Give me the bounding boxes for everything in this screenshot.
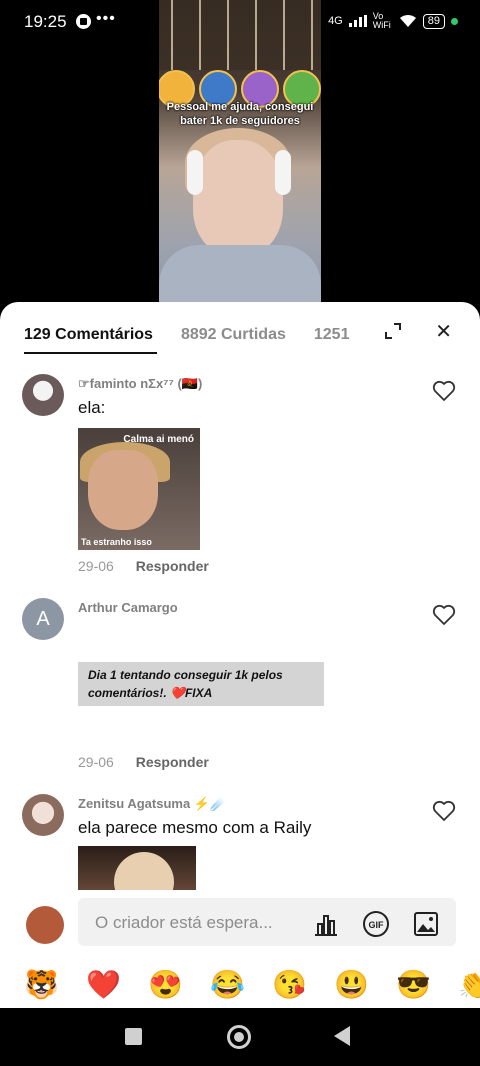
chart-icon[interactable] xyxy=(312,910,340,938)
network-label: 4G xyxy=(328,15,343,27)
expand-icon[interactable] xyxy=(384,322,402,340)
image-text-top: Calma ai menó xyxy=(123,434,194,445)
tab-likes[interactable]: 8892 Curtidas xyxy=(181,326,286,344)
wifi-icon xyxy=(399,14,416,27)
signal-icon xyxy=(348,15,367,27)
input-placeholder: O criador está espera... xyxy=(95,913,273,932)
banner-line-1: Dia 1 tentando conseguir 1k pelos xyxy=(88,668,283,682)
comment-text: ela parece mesmo com a Raily xyxy=(78,818,312,837)
tab-comments[interactable]: 129 Comentários xyxy=(24,326,153,344)
image-picker-icon[interactable] xyxy=(412,910,440,938)
emoji-button[interactable]: 👏 xyxy=(458,968,480,1001)
comment-banner: Dia 1 tentando conseguir 1k pelos coment… xyxy=(78,662,324,706)
close-icon[interactable]: ✕ xyxy=(435,319,452,344)
comment-date: 29-06 xyxy=(78,558,114,574)
reply-button[interactable]: Responder xyxy=(136,754,209,770)
avatar[interactable] xyxy=(22,794,64,836)
sheet-tabs: 129 Comentários 8892 Curtidas 1251 xyxy=(24,320,377,350)
home-button[interactable] xyxy=(227,1025,251,1049)
avatar[interactable] xyxy=(22,374,64,416)
comment-author[interactable]: ☞faminto nΣx⁷⁷ (🇦🇴) xyxy=(78,376,202,392)
gif-icon[interactable]: GIF xyxy=(362,910,390,938)
privacy-dot-icon xyxy=(451,17,458,25)
person-face xyxy=(193,140,283,255)
clock: 19:25 xyxy=(24,12,67,31)
image-text-bottom: Ta estranho isso xyxy=(81,537,152,547)
emoji-button[interactable]: 😂 xyxy=(210,968,245,1001)
comment-item: A Arthur Camargo Dia 1 tentando consegui… xyxy=(22,598,462,778)
emoji-bar: 🐯 ❤️ 😍 😂 😘 😃 😎 👏 xyxy=(0,962,480,1006)
comment-author[interactable]: Arthur Camargo xyxy=(78,600,178,615)
emoji-button[interactable]: 😃 xyxy=(334,968,369,1001)
emoji-button[interactable]: 😍 xyxy=(148,968,183,1001)
comments-sheet: 129 Comentários 8892 Curtidas 1251 ✕ ☞fa… xyxy=(0,302,480,1008)
banner-line-2: comentários!. ❤️FIXA xyxy=(88,686,213,700)
recents-button[interactable] xyxy=(125,1028,142,1045)
comment-image[interactable]: Calma ai menó Ta estranho isso xyxy=(78,428,200,550)
back-button[interactable] xyxy=(334,1026,350,1046)
volte-label: Vo WiFi xyxy=(372,11,391,30)
headphones-left xyxy=(187,150,203,195)
emoji-button[interactable]: ❤️ xyxy=(86,968,121,1001)
like-heart-icon[interactable] xyxy=(432,380,456,402)
comment-author[interactable]: Zenitsu Agatsuma ⚡☄️ xyxy=(78,796,226,812)
active-tab-indicator xyxy=(24,352,157,354)
like-heart-icon[interactable] xyxy=(432,604,456,626)
reply-button[interactable]: Responder xyxy=(136,558,209,574)
comment-meta: 29-06 Responder xyxy=(78,558,209,574)
video-player[interactable]: Pessoal me ajuda, consegui bater 1k de s… xyxy=(159,0,321,305)
headphones-right xyxy=(275,150,291,195)
svg-text:GIF: GIF xyxy=(369,920,385,930)
my-avatar xyxy=(26,906,64,944)
more-notifications-icon: ••• xyxy=(96,10,116,27)
tab-shares[interactable]: 1251 xyxy=(314,326,350,344)
system-nav-bar xyxy=(0,1008,480,1066)
video-caption: Pessoal me ajuda, consegui bater 1k de s… xyxy=(166,101,314,127)
battery-icon: 89 xyxy=(422,13,445,29)
comment-input[interactable]: O criador está espera... GIF xyxy=(78,898,456,946)
comment-item: ☞faminto nΣx⁷⁷ (🇦🇴) ela: Calma ai menó T… xyxy=(22,374,462,584)
emoji-button[interactable]: 😘 xyxy=(272,968,307,1001)
comment-date: 29-06 xyxy=(78,754,114,770)
emoji-button[interactable]: 🐯 xyxy=(24,968,59,1001)
comment-image[interactable] xyxy=(78,846,196,896)
emoji-button[interactable]: 😎 xyxy=(396,968,431,1001)
comment-item: Zenitsu Agatsuma ⚡☄️ ela parece mesmo co… xyxy=(22,794,462,896)
screen-record-icon xyxy=(76,14,91,29)
avatar[interactable]: A xyxy=(22,598,64,640)
like-heart-icon[interactable] xyxy=(432,800,456,822)
comment-text: ela: xyxy=(78,398,106,417)
comment-meta: 29-06 Responder xyxy=(78,754,209,770)
video-background xyxy=(159,0,321,70)
comment-input-bar: O criador está espera... GIF xyxy=(0,890,480,950)
